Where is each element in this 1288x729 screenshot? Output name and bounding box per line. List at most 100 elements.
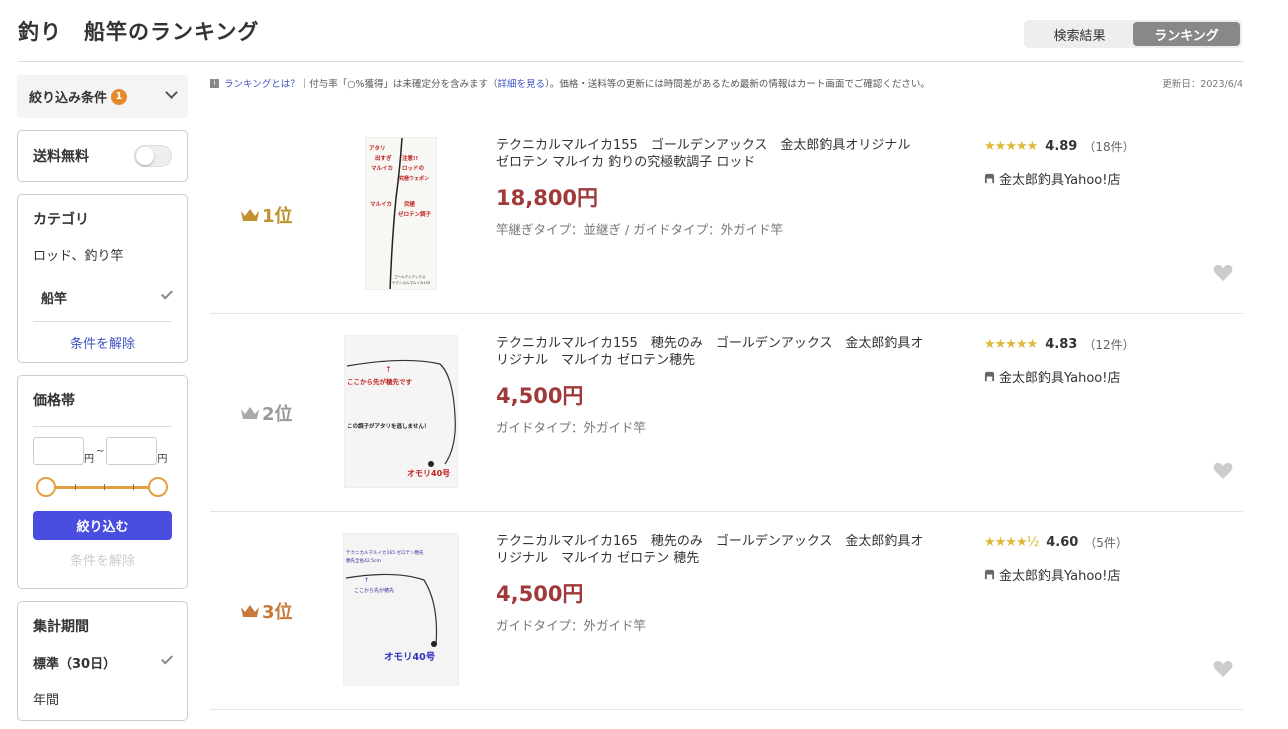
rating-value: 4.60 bbox=[1046, 535, 1079, 550]
tab-ranking[interactable]: ランキング bbox=[1133, 22, 1240, 46]
divider bbox=[33, 426, 172, 427]
image-text: 出すぎ bbox=[375, 154, 392, 162]
rating[interactable]: ★★★★★ 4.89 （18件） bbox=[984, 138, 1135, 155]
rating-stars: ★★★★★ bbox=[984, 337, 1038, 352]
category-selected-label: 船竿 bbox=[41, 292, 68, 307]
rating[interactable]: ★★★★½ 4.60 （5件） bbox=[984, 534, 1128, 551]
ranking-notice: i ランキングとは？ ｜付与率「○%獲得」は未確定分を含みます（ 詳細を見る ）… bbox=[210, 76, 1243, 90]
free-shipping-toggle[interactable] bbox=[134, 145, 172, 167]
ranking-item: 2位 ↑ ここから先が穂先です この調子がアタリを逃しません！ オモリ40号 テ… bbox=[210, 314, 1243, 512]
heart-icon[interactable] bbox=[1213, 462, 1233, 480]
apply-price-button[interactable]: 絞り込む bbox=[33, 511, 172, 540]
review-count: （5件） bbox=[1084, 536, 1128, 550]
image-text: ゴールデンアックス bbox=[394, 274, 426, 279]
crown-icon bbox=[241, 209, 259, 221]
check-icon bbox=[160, 652, 174, 665]
product-image[interactable]: ↑ ここから先が穂先です この調子がアタリを逃しません！ オモリ40号 bbox=[344, 335, 458, 488]
rating-value: 4.89 bbox=[1045, 139, 1078, 154]
shop-link[interactable]: 金太郎釣具Yahoo!店 bbox=[984, 565, 1120, 584]
ranking-list: 1位 アタリ 出すぎ マルイカ 注意!! ロッドの 究極ウェポン マルイカ 究極… bbox=[210, 116, 1243, 710]
category-selected-item[interactable]: 船竿 bbox=[33, 287, 174, 307]
product-title[interactable]: テクニカルマルイカ155 穂先のみ ゴールデンアックス 金太郎釣具オリジナル マ… bbox=[496, 335, 936, 369]
category-clear-link[interactable]: 条件を解除 bbox=[33, 333, 172, 352]
shop-icon bbox=[984, 371, 995, 382]
review-count: （18件） bbox=[1083, 140, 1135, 154]
product-meta: ガイドタイプ：外ガイド竿 bbox=[496, 618, 647, 633]
svg-text:↑: ↑ bbox=[364, 577, 369, 584]
image-text: 究極ウェポン bbox=[399, 175, 429, 182]
divider bbox=[33, 321, 172, 322]
free-shipping-box: 送料無料 bbox=[17, 130, 188, 182]
slider-max-handle[interactable] bbox=[148, 477, 168, 497]
period-standard-label: 標準（30日） bbox=[33, 657, 117, 672]
rating-value: 4.83 bbox=[1045, 337, 1078, 352]
image-text: オモリ40号 bbox=[384, 652, 436, 663]
slider-tick bbox=[104, 484, 105, 490]
what-is-ranking-link[interactable]: ランキングとは？ bbox=[224, 76, 300, 90]
filter-conditions-label: 絞り込み条件 bbox=[29, 91, 108, 106]
image-text: 究極 bbox=[404, 200, 416, 208]
period-standard-option[interactable]: 標準（30日） bbox=[33, 652, 174, 672]
product-price: 4,500円 bbox=[496, 384, 584, 408]
product-meta: ガイドタイプ：外ガイド竿 bbox=[496, 420, 647, 435]
rank-text: 1位 bbox=[262, 206, 293, 227]
view-toggle: 検索結果 ランキング bbox=[1024, 20, 1242, 48]
heart-icon[interactable] bbox=[1213, 264, 1233, 282]
image-text: この調子がアタリを逃しません！ bbox=[347, 422, 429, 430]
price-clear-link: 条件を解除 bbox=[69, 554, 135, 569]
price-max-input[interactable] bbox=[106, 437, 158, 465]
image-text: テクニカルマルイカ165 ゼロテン穂先 bbox=[346, 549, 424, 556]
image-text: マルイカ bbox=[370, 201, 392, 208]
price-inputs: 円 ~ 円 bbox=[33, 437, 172, 465]
rank-label: 3位 bbox=[240, 598, 330, 624]
image-text: 穂先全長42.5cm bbox=[346, 557, 381, 564]
image-text: マルイカ bbox=[371, 165, 393, 172]
updated-date: 更新日：2023/6/4 bbox=[1162, 79, 1243, 90]
shop-link[interactable]: 金太郎釣具Yahoo!店 bbox=[984, 169, 1120, 188]
price-min-input[interactable] bbox=[33, 437, 84, 465]
shop-icon bbox=[984, 569, 995, 580]
rating-stars: ★★★★★ bbox=[984, 139, 1038, 154]
image-text: ここから先が穂先 bbox=[354, 587, 394, 594]
category-box: カテゴリ ロッド、釣り竿 船竿 条件を解除 bbox=[17, 194, 188, 363]
period-yearly-option[interactable]: 年間 bbox=[33, 689, 172, 708]
heart-icon[interactable] bbox=[1213, 660, 1233, 678]
tab-search-results[interactable]: 検索結果 bbox=[1026, 22, 1133, 46]
price-range-box: 価格帯 円 ~ 円 絞り込む 条件を解除 bbox=[17, 375, 188, 589]
sidebar: 絞り込み条件 1 送料無料 カテゴリ ロッド、釣り竿 船竿 条件を解除 価格帯 … bbox=[17, 75, 188, 721]
image-text: ロッドの bbox=[402, 165, 425, 172]
slider-min-handle[interactable] bbox=[36, 477, 56, 497]
rank-text: 3位 bbox=[262, 602, 293, 623]
rank-text: 2位 bbox=[262, 404, 293, 425]
rank-label: 1位 bbox=[240, 202, 330, 228]
image-text: テクニカルマルイカ155 bbox=[392, 280, 430, 285]
notice-text-1: ｜付与率「○%獲得」は未確定分を含みます（ bbox=[299, 79, 498, 90]
shop-icon bbox=[984, 173, 995, 184]
price-slider[interactable] bbox=[33, 477, 172, 497]
filter-conditions-toggle[interactable]: 絞り込み条件 1 bbox=[17, 75, 188, 118]
review-count: （12件） bbox=[1083, 338, 1135, 352]
filter-count-badge: 1 bbox=[111, 88, 128, 105]
product-price: 18,800円 bbox=[496, 186, 599, 210]
product-title[interactable]: テクニカルマルイカ155 ゴールデンアックス 金太郎釣具オリジナル ゼロテン マ… bbox=[496, 137, 936, 171]
product-title[interactable]: テクニカルマルイカ165 穂先のみ ゴールデンアックス 金太郎釣具オリジナル マ… bbox=[496, 533, 936, 567]
category-parent-link[interactable]: ロッド、釣り竿 bbox=[33, 245, 172, 264]
svg-text:↑: ↑ bbox=[385, 365, 392, 374]
price-range-title: 価格帯 bbox=[33, 393, 75, 409]
ranking-item: 3位 テクニカルマルイカ165 ゼロテン穂先 穂先全長42.5cm ↑ ここから… bbox=[210, 512, 1243, 710]
yen-unit: 円 bbox=[157, 454, 168, 465]
shop-link[interactable]: 金太郎釣具Yahoo!店 bbox=[984, 367, 1120, 386]
crown-icon bbox=[241, 407, 259, 419]
product-image[interactable]: テクニカルマルイカ165 ゼロテン穂先 穂先全長42.5cm ↑ ここから先が穂… bbox=[343, 533, 459, 686]
product-image[interactable]: アタリ 出すぎ マルイカ 注意!! ロッドの 究極ウェポン マルイカ 究極 ゼロ… bbox=[365, 137, 437, 290]
product-price: 4,500円 bbox=[496, 582, 584, 606]
image-text: ゼロテン調子 bbox=[398, 210, 432, 218]
image-text: アタリ bbox=[369, 144, 386, 152]
rating[interactable]: ★★★★★ 4.83 （12件） bbox=[984, 336, 1135, 353]
range-tilde: ~ bbox=[96, 445, 105, 457]
product-meta: 竿継ぎタイプ：並継ぎ / ガイドタイプ：外ガイド竿 bbox=[496, 222, 784, 237]
details-link[interactable]: 詳細を見る bbox=[498, 76, 546, 90]
period-title: 集計期間 bbox=[33, 619, 89, 635]
ranking-item: 1位 アタリ 出すぎ マルイカ 注意!! ロッドの 究極ウェポン マルイカ 究極… bbox=[210, 116, 1243, 314]
notice-text-2: ）。価格・送料等の更新には時間差があるため最新の情報はカート画面でご確認ください… bbox=[545, 79, 930, 90]
